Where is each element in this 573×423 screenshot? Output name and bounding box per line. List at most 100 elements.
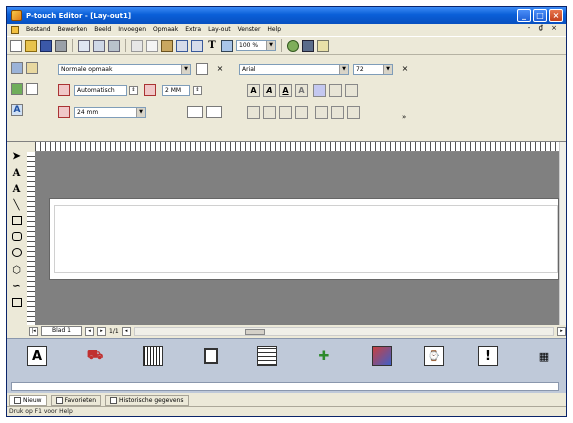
- text-properties-icon[interactable]: [26, 62, 38, 74]
- horizontal-scrollbar[interactable]: [133, 326, 554, 336]
- menu-bewerken[interactable]: Bewerken: [58, 26, 88, 33]
- length-spinner-icon[interactable]: ⇕: [129, 86, 138, 95]
- database-icon[interactable]: [302, 39, 314, 52]
- barcode-tool-icon[interactable]: [143, 346, 163, 366]
- more-options-icon[interactable]: »: [401, 112, 413, 124]
- prev-sheet-icon[interactable]: ◂: [85, 326, 94, 336]
- tab-favorites[interactable]: Favorieten: [50, 394, 102, 406]
- cut-icon[interactable]: [131, 39, 143, 52]
- auto-fit-icon[interactable]: [206, 106, 222, 118]
- menu-opmaak[interactable]: Opmaak: [153, 26, 178, 33]
- sheet-tab[interactable]: Blad 1: [41, 326, 82, 336]
- line-tool-icon[interactable]: ╲: [10, 199, 23, 212]
- tab-new[interactable]: Nieuw: [9, 394, 47, 406]
- vertical-scrollbar[interactable]: [559, 142, 566, 325]
- frame-tool-icon[interactable]: [201, 346, 221, 366]
- menu-invoegen[interactable]: Invoegen: [118, 26, 146, 33]
- page-setup-icon[interactable]: [93, 39, 105, 52]
- italic-button[interactable]: A: [263, 84, 276, 97]
- tab-history[interactable]: Historische gegevens: [105, 394, 189, 406]
- menu-venster[interactable]: Venster: [238, 26, 261, 33]
- align-justify-icon[interactable]: [295, 106, 308, 119]
- save-icon[interactable]: [40, 39, 52, 52]
- clipart-tool-icon[interactable]: ✚: [314, 346, 334, 366]
- close-panel-icon[interactable]: ×: [214, 63, 226, 75]
- margin-spinner-icon[interactable]: ⇕: [193, 86, 202, 95]
- media-select[interactable]: Normale opmaak ▼: [58, 64, 191, 75]
- menu-layout[interactable]: Lay-out: [208, 26, 231, 33]
- tape-width-select[interactable]: 24 mm ▼: [74, 107, 146, 118]
- rectangle-tool-icon[interactable]: [10, 216, 23, 229]
- document-window-controls[interactable]: - ₫ ×: [528, 24, 560, 32]
- menu-bestand[interactable]: Bestand: [26, 26, 51, 33]
- text-effect-icon[interactable]: [329, 84, 342, 97]
- frame-tool-icon[interactable]: [10, 298, 23, 311]
- close-button[interactable]: ×: [549, 9, 563, 22]
- length-mode-select[interactable]: Automatisch: [74, 85, 127, 96]
- font-size-select[interactable]: 72 ▼: [353, 64, 393, 75]
- chevron-down-icon[interactable]: ▼: [383, 65, 392, 74]
- maximize-button[interactable]: □: [533, 9, 547, 22]
- document-icon[interactable]: [11, 25, 19, 34]
- select-arrow-icon[interactable]: ➤: [10, 150, 23, 163]
- rounded-rectangle-tool-icon[interactable]: [10, 232, 23, 245]
- transfer-icon[interactable]: [108, 39, 120, 52]
- menu-beeld[interactable]: Beeld: [94, 26, 111, 33]
- label-tape[interactable]: [49, 198, 559, 280]
- align-right-icon[interactable]: [279, 106, 292, 119]
- zoom-select[interactable]: 100 % ▼: [236, 40, 276, 51]
- layout-properties-icon[interactable]: [11, 83, 23, 95]
- text-style-icon[interactable]: A: [11, 104, 23, 116]
- title-bar[interactable]: P-touch Editor - [Lay-out1] _ □ ×: [7, 7, 566, 24]
- ellipse-tool-icon[interactable]: [10, 248, 23, 261]
- align-left-icon[interactable]: [247, 106, 260, 119]
- text-style-icon[interactable]: [345, 84, 358, 97]
- chevron-down-icon[interactable]: ▼: [266, 41, 275, 50]
- tape-width-icon[interactable]: [58, 106, 70, 118]
- align-center-icon[interactable]: [263, 106, 276, 119]
- image-insert-icon[interactable]: [372, 346, 392, 366]
- scroll-left-icon[interactable]: ◂: [121, 326, 131, 336]
- print-icon[interactable]: [55, 39, 67, 52]
- calendar-tool-icon[interactable]: ▦: [534, 346, 554, 366]
- help-icon[interactable]: [317, 39, 329, 52]
- table-tool-icon[interactable]: [257, 346, 277, 366]
- margin-input[interactable]: 2 MM: [162, 85, 190, 96]
- minimize-button[interactable]: _: [517, 9, 531, 22]
- chevron-down-icon[interactable]: ▼: [136, 108, 145, 117]
- symbol-tool-icon[interactable]: !: [478, 346, 498, 366]
- underline-button[interactable]: A: [279, 84, 292, 97]
- outline-button[interactable]: A: [295, 84, 308, 97]
- zoom-in-icon[interactable]: [287, 39, 299, 52]
- vertical-text-tool-icon[interactable]: A: [10, 183, 23, 196]
- copy-icon[interactable]: [146, 39, 158, 52]
- gallery-scrollbar[interactable]: [11, 382, 559, 391]
- undo-icon[interactable]: [176, 39, 188, 52]
- print-preview-icon[interactable]: [78, 39, 90, 52]
- ptouch-app-icon[interactable]: [11, 10, 22, 21]
- font-select[interactable]: Arial ▼: [239, 64, 349, 75]
- text-tool-icon[interactable]: A: [27, 346, 47, 366]
- margin-icon[interactable]: [144, 84, 156, 96]
- layout-canvas[interactable]: [35, 152, 559, 325]
- polygon-tool-icon[interactable]: ⬡: [10, 264, 23, 277]
- vertical-text-icon[interactable]: [315, 106, 328, 119]
- label-print-area[interactable]: [54, 205, 558, 273]
- menu-help[interactable]: Help: [267, 26, 281, 33]
- redo-icon[interactable]: [191, 39, 203, 52]
- first-sheet-icon[interactable]: |◂: [29, 326, 38, 336]
- freehand-tool-icon[interactable]: ∽: [10, 280, 23, 293]
- menu-extra[interactable]: Extra: [185, 26, 201, 33]
- next-sheet-icon[interactable]: ▸: [97, 326, 106, 336]
- scrollbar-thumb[interactable]: [244, 328, 265, 335]
- orientation-icon[interactable]: [196, 63, 208, 75]
- text-color-icon[interactable]: [313, 84, 326, 97]
- page-properties-icon[interactable]: [11, 62, 23, 74]
- text-tool-icon[interactable]: T: [206, 40, 218, 51]
- chevron-down-icon[interactable]: ▼: [339, 65, 348, 74]
- print-properties-icon[interactable]: [26, 83, 38, 95]
- date-time-icon[interactable]: ⌚: [424, 346, 444, 366]
- scroll-right-icon[interactable]: ▸: [557, 326, 566, 336]
- image-tool-icon[interactable]: ⛟: [85, 346, 105, 366]
- text-frame-icon[interactable]: [347, 106, 360, 119]
